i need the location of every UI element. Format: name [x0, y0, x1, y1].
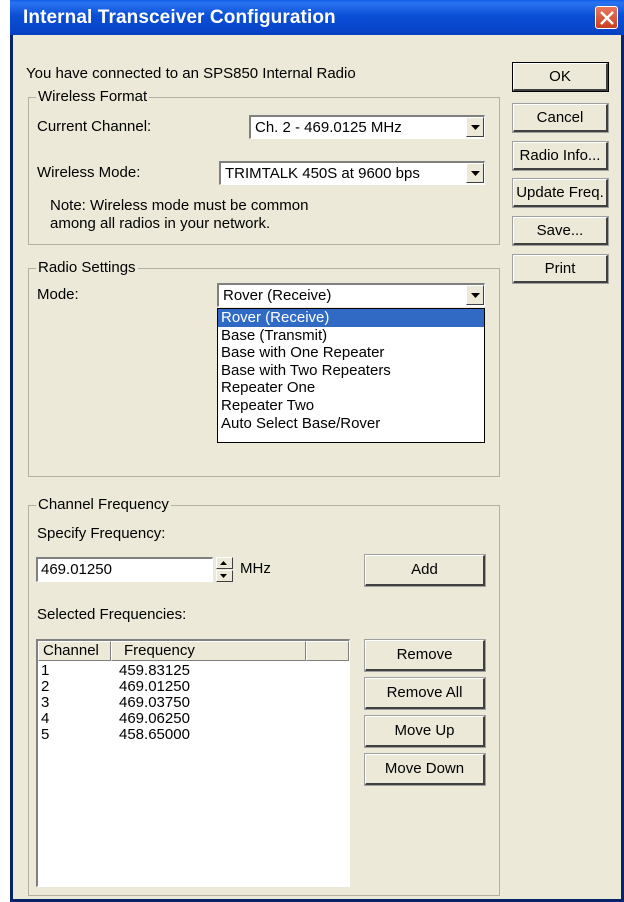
radio-mode-select[interactable]: Rover (Receive) [217, 283, 485, 307]
row-channel: 1 [41, 662, 50, 679]
cancel-button[interactable]: Cancel [512, 103, 609, 133]
dropdown-option[interactable]: Repeater One [218, 379, 484, 397]
title-bar[interactable]: Internal Transceiver Configuration [10, 0, 624, 35]
frequency-list[interactable]: Channel Frequency 1 459.83125 2 469.0125… [36, 639, 350, 887]
dialog-window: Internal Transceiver Configuration You h… [10, 0, 624, 902]
selected-frequencies-label: Selected Frequencies: [37, 606, 187, 623]
remove-button[interactable]: Remove [364, 639, 486, 672]
dropdown-option[interactable]: Auto Select Base/Rover [218, 415, 484, 433]
add-button[interactable]: Add [364, 554, 486, 587]
radio-mode-label: Mode: [37, 286, 79, 303]
dialog-client: You have connected to an SPS850 Internal… [13, 35, 621, 899]
connected-text: You have connected to an SPS850 Internal… [26, 65, 356, 82]
close-button[interactable] [595, 6, 618, 29]
radio-mode-value: Rover (Receive) [223, 287, 332, 304]
dropdown-option[interactable]: Base (Transmit) [218, 327, 484, 345]
wireless-format-label: Wireless Format [36, 88, 150, 105]
column-header-frequency[interactable]: Frequency [111, 641, 306, 661]
save-button[interactable]: Save... [512, 216, 609, 246]
move-up-button[interactable]: Move Up [364, 715, 486, 748]
dropdown-option[interactable]: Base with One Repeater [218, 344, 484, 362]
remove-all-button[interactable]: Remove All [364, 677, 486, 710]
wireless-note-line2: among all radios in your network. [50, 215, 271, 232]
dropdown-option[interactable]: Repeater Two [218, 397, 484, 415]
wireless-mode-label: Wireless Mode: [37, 164, 141, 181]
move-down-button[interactable]: Move Down [364, 753, 486, 786]
channel-frequency-label: Channel Frequency [36, 496, 171, 513]
ok-button[interactable]: OK [512, 62, 609, 92]
row-frequency: 469.03750 [119, 694, 190, 711]
update-freq-button[interactable]: Update Freq. [512, 178, 609, 208]
row-channel: 3 [41, 694, 50, 711]
row-channel: 4 [41, 710, 50, 727]
chevron-down-icon[interactable] [466, 163, 484, 183]
row-frequency: 458.65000 [119, 726, 190, 743]
chevron-down-icon[interactable] [466, 117, 484, 137]
dropdown-option[interactable]: Base with Two Repeaters [218, 362, 484, 380]
chevron-down-icon[interactable] [466, 285, 484, 305]
frequency-spinner[interactable] [216, 557, 233, 582]
row-frequency: 459.83125 [119, 662, 190, 679]
close-icon [600, 11, 614, 25]
wireless-mode-select[interactable]: TRIMTALK 450S at 9600 bps [219, 161, 485, 185]
frequency-unit: MHz [240, 560, 271, 577]
row-frequency: 469.01250 [119, 678, 190, 695]
spin-up-icon[interactable] [216, 557, 233, 569]
row-channel: 5 [41, 726, 50, 743]
spin-down-icon[interactable] [216, 570, 233, 582]
current-channel-value: Ch. 2 - 469.0125 MHz [255, 119, 402, 136]
row-frequency: 469.06250 [119, 710, 190, 727]
row-channel: 2 [41, 678, 50, 695]
window-title: Internal Transceiver Configuration [23, 7, 336, 28]
radio-settings-label: Radio Settings [36, 259, 138, 276]
wireless-note-line1: Note: Wireless mode must be common [50, 197, 309, 214]
frequency-input-value: 469.01250 [41, 561, 112, 578]
dropdown-option[interactable]: Rover (Receive) [218, 309, 484, 327]
specify-frequency-label: Specify Frequency: [37, 525, 166, 542]
current-channel-label: Current Channel: [37, 118, 152, 135]
frequency-input[interactable]: 469.01250 [36, 557, 213, 582]
column-header-spacer [306, 641, 349, 661]
radio-info-button[interactable]: Radio Info... [512, 141, 609, 171]
radio-mode-dropdown: Rover (Receive) Base (Transmit) Base wit… [217, 308, 485, 443]
wireless-mode-value: TRIMTALK 450S at 9600 bps [225, 165, 420, 182]
print-button[interactable]: Print [512, 254, 609, 284]
column-header-channel[interactable]: Channel [38, 641, 111, 661]
current-channel-select[interactable]: Ch. 2 - 469.0125 MHz [249, 115, 485, 139]
